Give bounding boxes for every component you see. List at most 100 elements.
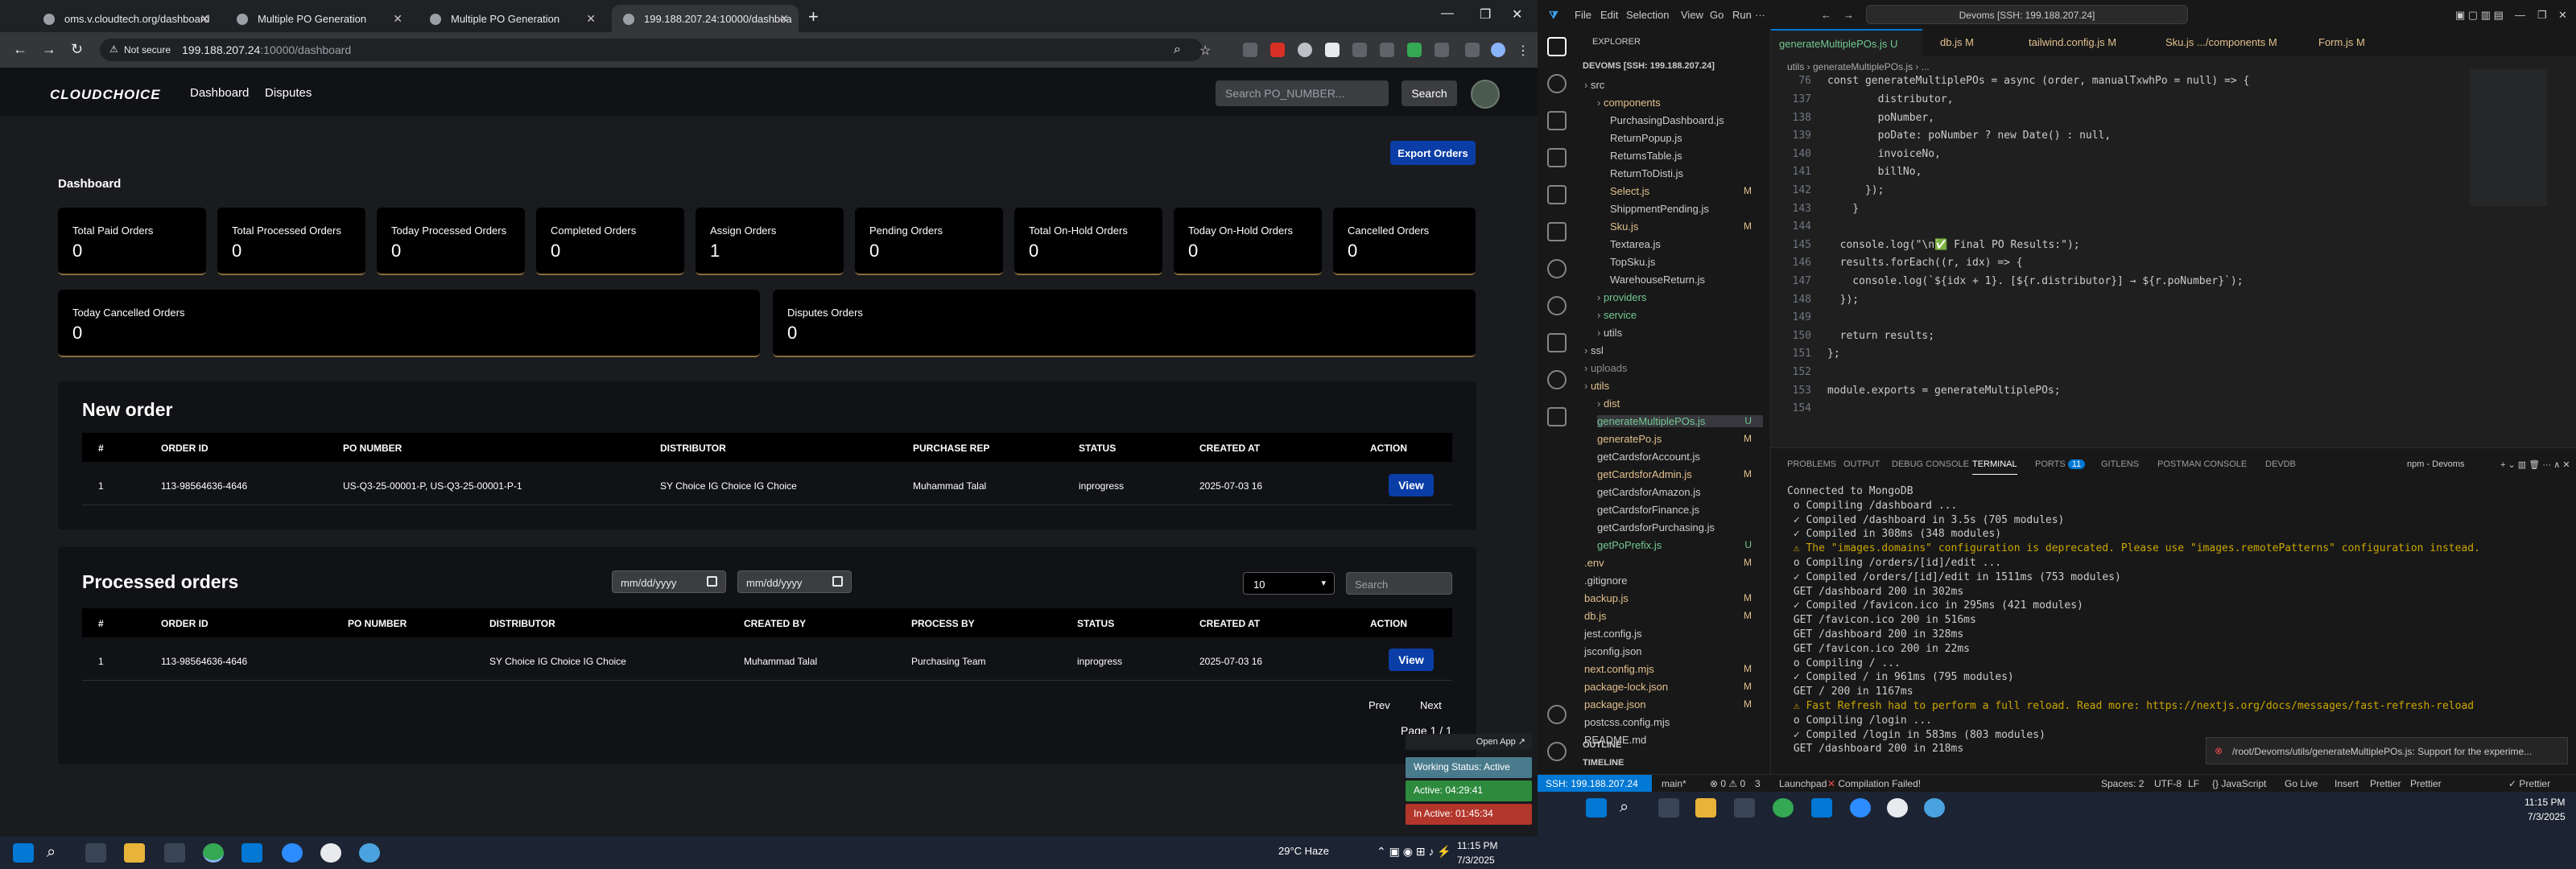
source-control-icon[interactable]	[1547, 111, 1567, 130]
tree-folder[interactable]: › utils	[1584, 380, 1763, 392]
store-icon[interactable]	[164, 843, 185, 863]
code-line[interactable]: };	[1827, 348, 1840, 360]
code-line[interactable]: console.log(`${idx + 1}. [${r.distributo…	[1827, 275, 2243, 287]
vscode-icon[interactable]	[242, 843, 262, 863]
app-logo[interactable]: CLOUDCHOICE	[50, 87, 161, 103]
app-icon[interactable]	[359, 843, 380, 863]
calendar-icon[interactable]	[707, 576, 717, 587]
extension-icon[interactable]	[1325, 43, 1340, 57]
menu-run[interactable]: Run	[1732, 9, 1752, 21]
tree-file[interactable]: .gitignore	[1584, 575, 1763, 587]
tree-file[interactable]: backup.js M	[1584, 592, 1763, 604]
language-mode[interactable]: {} JavaScript	[2212, 778, 2266, 789]
menu-selection[interactable]: Selection	[1626, 9, 1669, 21]
clock-date[interactable]: 7/3/2025	[2528, 811, 2566, 822]
browser-tab-1[interactable]: oms.v.cloudtech.org/dashboard ✕	[32, 5, 219, 32]
code-line[interactable]: results.forEach((r, idx) => {	[1827, 257, 2023, 269]
po-search-input[interactable]: Search PO_NUMBER...	[1216, 80, 1389, 106]
chrome-icon[interactable]	[1773, 798, 1794, 818]
workspace-root[interactable]: DEVOMS [SSH: 199.188.207.24]	[1583, 61, 1715, 71]
forward-icon[interactable]: →	[1843, 9, 1854, 21]
search-icon[interactable]: ⌕	[1620, 798, 1641, 818]
close-tab-icon[interactable]: ✕	[779, 12, 789, 26]
extension-icon[interactable]	[1407, 43, 1422, 57]
search-icon[interactable]: ⌕	[47, 843, 68, 863]
back-icon[interactable]: ←	[1821, 9, 1831, 21]
file-explorer-icon[interactable]	[124, 843, 145, 863]
app-icon[interactable]	[1924, 798, 1945, 818]
task-view-icon[interactable]	[1658, 798, 1679, 818]
git-graph-icon[interactable]	[1547, 296, 1567, 315]
code-line[interactable]: poNumber,	[1827, 112, 1934, 124]
clock-date[interactable]: 7/3/2025	[1457, 855, 1495, 866]
explorer-icon[interactable]	[1547, 37, 1567, 56]
tree-folder[interactable]: › ssl	[1584, 344, 1763, 356]
tree-file[interactable]: getPoPrefix.js U	[1597, 539, 1763, 551]
tab-terminal[interactable]: TERMINAL	[1972, 459, 2017, 475]
testing-icon[interactable]	[1547, 333, 1567, 352]
tab-ports[interactable]: PORTS 11	[2035, 459, 2086, 469]
close-tab-icon[interactable]: ✕	[393, 12, 402, 26]
tree-file[interactable]: getCardsforAccount.js	[1597, 451, 1763, 463]
tree-file[interactable]: ReturnPopup.js	[1610, 132, 1763, 144]
tree-folder[interactable]: › utils	[1597, 327, 1763, 339]
remote-indicator[interactable]: SSH: 199.188.207.24	[1538, 775, 1652, 793]
app-icon[interactable]	[320, 843, 341, 863]
profile-avatar[interactable]	[1491, 43, 1505, 57]
tree-file[interactable]: package-lock.json M	[1584, 681, 1763, 693]
menu-dots-icon[interactable]: ⋮	[1517, 43, 1531, 58]
search-button[interactable]: Search	[1402, 80, 1457, 106]
tab-problems[interactable]: PROBLEMS	[1787, 459, 1836, 469]
zoom-app-icon[interactable]	[282, 843, 303, 863]
processed-search-input[interactable]: Search	[1346, 572, 1452, 595]
tree-file[interactable]: jsconfig.json	[1584, 645, 1763, 657]
store-icon[interactable]	[1734, 798, 1755, 818]
tab-debug-console[interactable]: DEBUG CONSOLE	[1892, 459, 1969, 469]
tree-file[interactable]: next.config.mjs M	[1584, 663, 1763, 675]
postman-icon[interactable]	[1547, 370, 1567, 389]
zoom-icon[interactable]: ⌕	[1174, 43, 1188, 57]
editor-tab[interactable]: db.js M	[1932, 29, 2013, 56]
search-icon[interactable]	[1547, 74, 1567, 93]
editor-tab[interactable]: Sku.js .../components M	[2157, 29, 2302, 56]
problems-count[interactable]: ⊗ 0 ⚠ 0	[1710, 778, 1745, 789]
forward-icon[interactable]: →	[42, 41, 56, 58]
indent-setting[interactable]: Spaces: 2	[2101, 778, 2144, 789]
more-menu-icon[interactable]: ···	[1755, 9, 1765, 21]
extension-icon[interactable]	[1435, 43, 1449, 57]
tree-file[interactable]: getCardsforAmazon.js	[1597, 486, 1763, 498]
tree-file[interactable]: ReturnsTable.js	[1610, 150, 1763, 162]
vscode-icon[interactable]	[1811, 798, 1832, 818]
start-date-input[interactable]: mm/dd/yyyy	[612, 570, 726, 593]
restore-icon[interactable]: ❐	[2537, 9, 2547, 22]
extension-icon[interactable]	[1243, 43, 1257, 57]
tree-file[interactable]: ReturnToDisti.js	[1610, 167, 1763, 179]
prettier-status[interactable]: ✓ Prettier	[2508, 778, 2550, 789]
tree-folder[interactable]: › dist	[1597, 397, 1763, 410]
ports-count[interactable]: 3	[1755, 778, 1761, 789]
browser-tab-2[interactable]: Multiple PO Generation ✕	[225, 5, 412, 32]
outline-section[interactable]: OUTLINE	[1583, 740, 1621, 750]
tree-file[interactable]: Select.js M	[1610, 185, 1763, 197]
windows-start-icon[interactable]	[1586, 798, 1607, 818]
view-button[interactable]: View	[1389, 649, 1434, 671]
tab-devdb[interactable]: DEVDB	[2265, 459, 2296, 469]
code-line[interactable]: }	[1827, 203, 1859, 215]
account-icon[interactable]	[1547, 705, 1567, 724]
chrome-icon[interactable]	[203, 843, 224, 863]
reload-icon[interactable]: ↻	[71, 41, 83, 58]
tree-file[interactable]: getCardsforAdmin.js M	[1597, 468, 1763, 480]
minimize-icon[interactable]: —	[1441, 6, 1454, 21]
tree-file[interactable]: postcss.config.mjs	[1584, 716, 1763, 728]
task-view-icon[interactable]	[85, 843, 106, 863]
editor-tab[interactable]: Form.js M	[2310, 29, 2399, 56]
tree-file[interactable]: jest.config.js	[1584, 628, 1763, 640]
tree-file[interactable]: PurchasingDashboard.js	[1610, 114, 1763, 126]
terminal-name[interactable]: npm - Devoms	[2407, 459, 2465, 469]
file-explorer-icon[interactable]	[1695, 798, 1716, 818]
user-avatar[interactable]	[1471, 80, 1500, 109]
tab-output[interactable]: OUTPUT	[1843, 459, 1880, 469]
back-icon[interactable]: ←	[13, 41, 27, 58]
command-center[interactable]: Devoms [SSH: 199.188.207.24]	[1866, 5, 2188, 24]
code-line[interactable]: });	[1827, 294, 1860, 306]
